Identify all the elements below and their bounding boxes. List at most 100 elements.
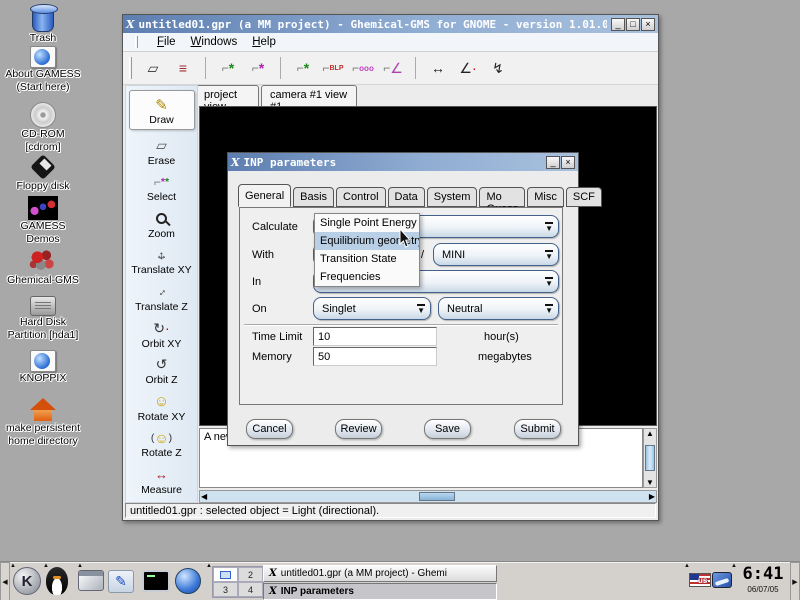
tab-mo-guess[interactable]: Mo Guess: [479, 187, 525, 207]
pager-desktop-3[interactable]: 3: [213, 582, 238, 597]
bonds-lonepairs-tool-icon[interactable]: ⌐BLP: [320, 55, 346, 81]
dropdown-option-transition-state[interactable]: Transition State: [315, 250, 419, 268]
dialog-titlebar[interactable]: X INP parameters _ ×: [228, 153, 578, 171]
harddisk-icon: [30, 296, 56, 316]
desktop-icon-make-home[interactable]: make persistent home directory: [0, 398, 98, 447]
add-atom-magenta-tool-icon[interactable]: ⌐*: [245, 55, 271, 81]
memory-input[interactable]: [313, 347, 437, 366]
scroll-down-icon[interactable]: ▼: [646, 478, 654, 487]
tool-measure[interactable]: ↔ Measure: [129, 466, 195, 496]
scroll-up-icon[interactable]: ▲: [646, 429, 654, 438]
tool-rotate-z[interactable]: (☺) Rotate Z: [129, 429, 195, 459]
combo-arrow-icon[interactable]: ▼: [545, 277, 553, 287]
desktop-icon-label: (Start here): [16, 81, 69, 94]
basis-set-combo[interactable]: MINI ▼: [433, 243, 559, 266]
keyboard-layout-button[interactable]: us: [689, 573, 711, 587]
tab-camera-view[interactable]: camera #1 view #1: [261, 85, 357, 106]
geometry-tool-icon[interactable]: ⌐∠: [380, 55, 406, 81]
close-icon[interactable]: ×: [641, 18, 655, 31]
combo-arrow-icon[interactable]: ▼: [417, 304, 425, 314]
combo-arrow-icon[interactable]: ▼: [545, 222, 553, 232]
close-icon[interactable]: ×: [561, 156, 575, 169]
minimize-icon[interactable]: _: [611, 18, 625, 31]
cancel-button[interactable]: Cancel: [246, 419, 293, 439]
panel-hide-left-button[interactable]: ◀: [0, 562, 10, 600]
scrollbar-thumb[interactable]: [645, 445, 655, 471]
tool-orbit-z[interactable]: ↺ Orbit Z: [129, 356, 195, 386]
display-settings-button[interactable]: [712, 572, 732, 588]
taskbar-window-main[interactable]: X untitled01.gpr (a MM project) - Ghemi: [263, 565, 497, 582]
pager-desktop-2[interactable]: 2: [238, 567, 263, 582]
combo-value: MINI: [442, 249, 465, 261]
charge-combo[interactable]: Neutral ▼: [438, 297, 559, 320]
tab-basis[interactable]: Basis: [293, 187, 334, 207]
tool-select[interactable]: ⌐** Select: [129, 173, 195, 203]
desktop-icon-knoppix[interactable]: KNOPPIX: [0, 350, 98, 385]
toolbar-grip[interactable]: [129, 57, 132, 79]
tab-system[interactable]: System: [427, 187, 478, 207]
pencil-icon: ✎: [155, 96, 168, 113]
desktop-icon-harddisk[interactable]: Hard Disk Partition [hda1]: [0, 296, 98, 341]
dropdown-option-frequencies[interactable]: Frequencies: [315, 268, 419, 286]
tool-orbit-xy[interactable]: ↻· Orbit XY: [129, 320, 195, 350]
measure-angle-tool-icon[interactable]: ∠·: [455, 55, 481, 81]
tool-erase[interactable]: ▱ Erase: [129, 137, 195, 167]
knoppix-penguin-button[interactable]: [46, 567, 68, 595]
review-button[interactable]: Review: [335, 419, 382, 439]
measure-torsion-tool-icon[interactable]: ↯: [485, 55, 511, 81]
tab-project-view[interactable]: project view: [195, 85, 259, 106]
combo-arrow-icon[interactable]: ▼: [545, 304, 553, 314]
tool-draw[interactable]: ✎ Draw: [129, 90, 195, 130]
pager-desktop-1[interactable]: [213, 567, 238, 582]
hydrogens-tool-icon[interactable]: ⌐*: [290, 55, 316, 81]
menu-file[interactable]: File: [157, 36, 176, 48]
horizontal-scrollbar[interactable]: ◀ ▶: [199, 490, 657, 503]
desktop-icon-trash[interactable]: Trash: [0, 4, 98, 45]
multiplicity-combo[interactable]: Singlet ▼: [313, 297, 431, 320]
panel-hide-right-button[interactable]: ▶: [790, 562, 800, 600]
browser-button[interactable]: [175, 568, 201, 594]
measure-distance-tool-icon[interactable]: ↔: [425, 55, 451, 81]
pager-desktop-4[interactable]: 4: [238, 582, 263, 597]
combo-arrow-icon[interactable]: ▼: [545, 250, 553, 260]
desktop-icon-floppy[interactable]: Floppy disk: [0, 154, 98, 193]
scroll-left-icon[interactable]: ◀: [201, 492, 207, 501]
vertical-scrollbar[interactable]: ▲ ▼: [643, 428, 657, 488]
tab-general[interactable]: General: [238, 184, 291, 207]
desktop-icon-cdrom[interactable]: CD-ROM [cdrom]: [0, 102, 98, 153]
four-way-arrow-icon: ↔↕: [154, 246, 170, 263]
time-limit-input[interactable]: [313, 327, 437, 346]
maximize-icon[interactable]: □: [626, 18, 640, 31]
desktop-icon-gamess-demos[interactable]: GAMESS Demos: [0, 196, 98, 245]
minimize-icon[interactable]: _: [546, 156, 560, 169]
tool-translate-z[interactable]: ↔ Translate Z: [129, 283, 195, 313]
draw-ribbon-tool-icon[interactable]: ▱: [140, 55, 166, 81]
tab-misc[interactable]: Misc: [527, 187, 564, 207]
k-menu-button[interactable]: K: [13, 567, 41, 595]
save-button[interactable]: Save: [424, 419, 471, 439]
tool-label: Translate XY: [131, 264, 191, 276]
terminal-button[interactable]: [142, 570, 170, 592]
tab-scf[interactable]: SCF: [566, 187, 602, 207]
menubar-grip[interactable]: [135, 36, 138, 49]
taskbar-window-dialog[interactable]: X INP parameters: [263, 583, 497, 600]
desktop-icon-ghemical[interactable]: Ghemical-GMS: [0, 250, 98, 287]
file-manager-button[interactable]: [78, 570, 104, 591]
submit-button[interactable]: Submit: [514, 419, 561, 439]
tab-data[interactable]: Data: [388, 187, 425, 207]
tool-translate-xy[interactable]: ↔↕ Translate XY: [129, 246, 195, 276]
desktop-icon-about-gamess[interactable]: About GAMESS (Start here): [0, 46, 98, 93]
scroll-right-icon[interactable]: ▶: [649, 492, 655, 501]
tool-zoom[interactable]: Zoom: [129, 210, 195, 240]
tab-control[interactable]: Control: [336, 187, 385, 207]
menu-help[interactable]: Help: [252, 36, 276, 48]
editor-button[interactable]: ✎: [108, 570, 134, 593]
ring-tool-icon[interactable]: ⌐ooo: [350, 55, 376, 81]
main-titlebar[interactable]: X untitled01.gpr (a MM project) - Ghemic…: [123, 15, 658, 33]
menu-windows[interactable]: Windows: [191, 36, 238, 48]
panel-clock[interactable]: 6:41 06/07/05: [737, 563, 789, 600]
scrollbar-thumb[interactable]: [419, 492, 455, 501]
tool-rotate-xy[interactable]: ☺ Rotate XY: [129, 393, 195, 423]
bond-type-tool-icon[interactable]: ≡: [170, 55, 196, 81]
add-atom-green-tool-icon[interactable]: ⌐*: [215, 55, 241, 81]
